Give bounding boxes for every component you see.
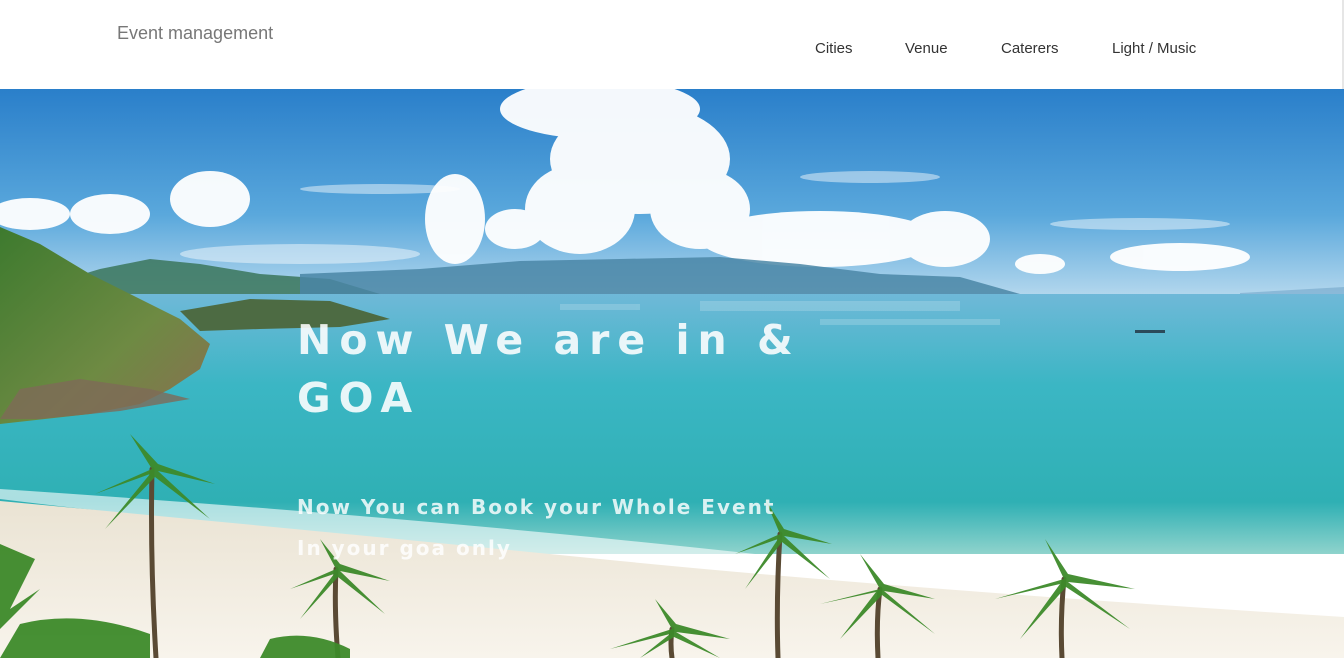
nav-link-venue[interactable]: Venue [905, 40, 948, 57]
hero-headline: Now We are in & GOA [297, 311, 857, 427]
site-header: Event management Cities Venue Caterers L… [0, 0, 1344, 89]
main-nav: Cities Venue Caterers Light / Music [0, 40, 1344, 60]
hero-subheadline-line1: Now You can Book your Whole Event [297, 495, 776, 519]
nav-link-light-music[interactable]: Light / Music [1112, 40, 1196, 57]
nav-link-caterers[interactable]: Caterers [1001, 40, 1059, 57]
nav-link-cities[interactable]: Cities [815, 40, 853, 57]
hero-subheadline-line2: In your goa only [297, 536, 512, 560]
hero-banner: Now We are in & GOA Now You can Book you… [0, 89, 1344, 658]
hero-headline-line1: Now We are in & [297, 316, 801, 364]
hero-subheadline: Now You can Book your Whole Event In you… [297, 487, 857, 569]
hero-headline-line2: GOA [297, 374, 421, 422]
